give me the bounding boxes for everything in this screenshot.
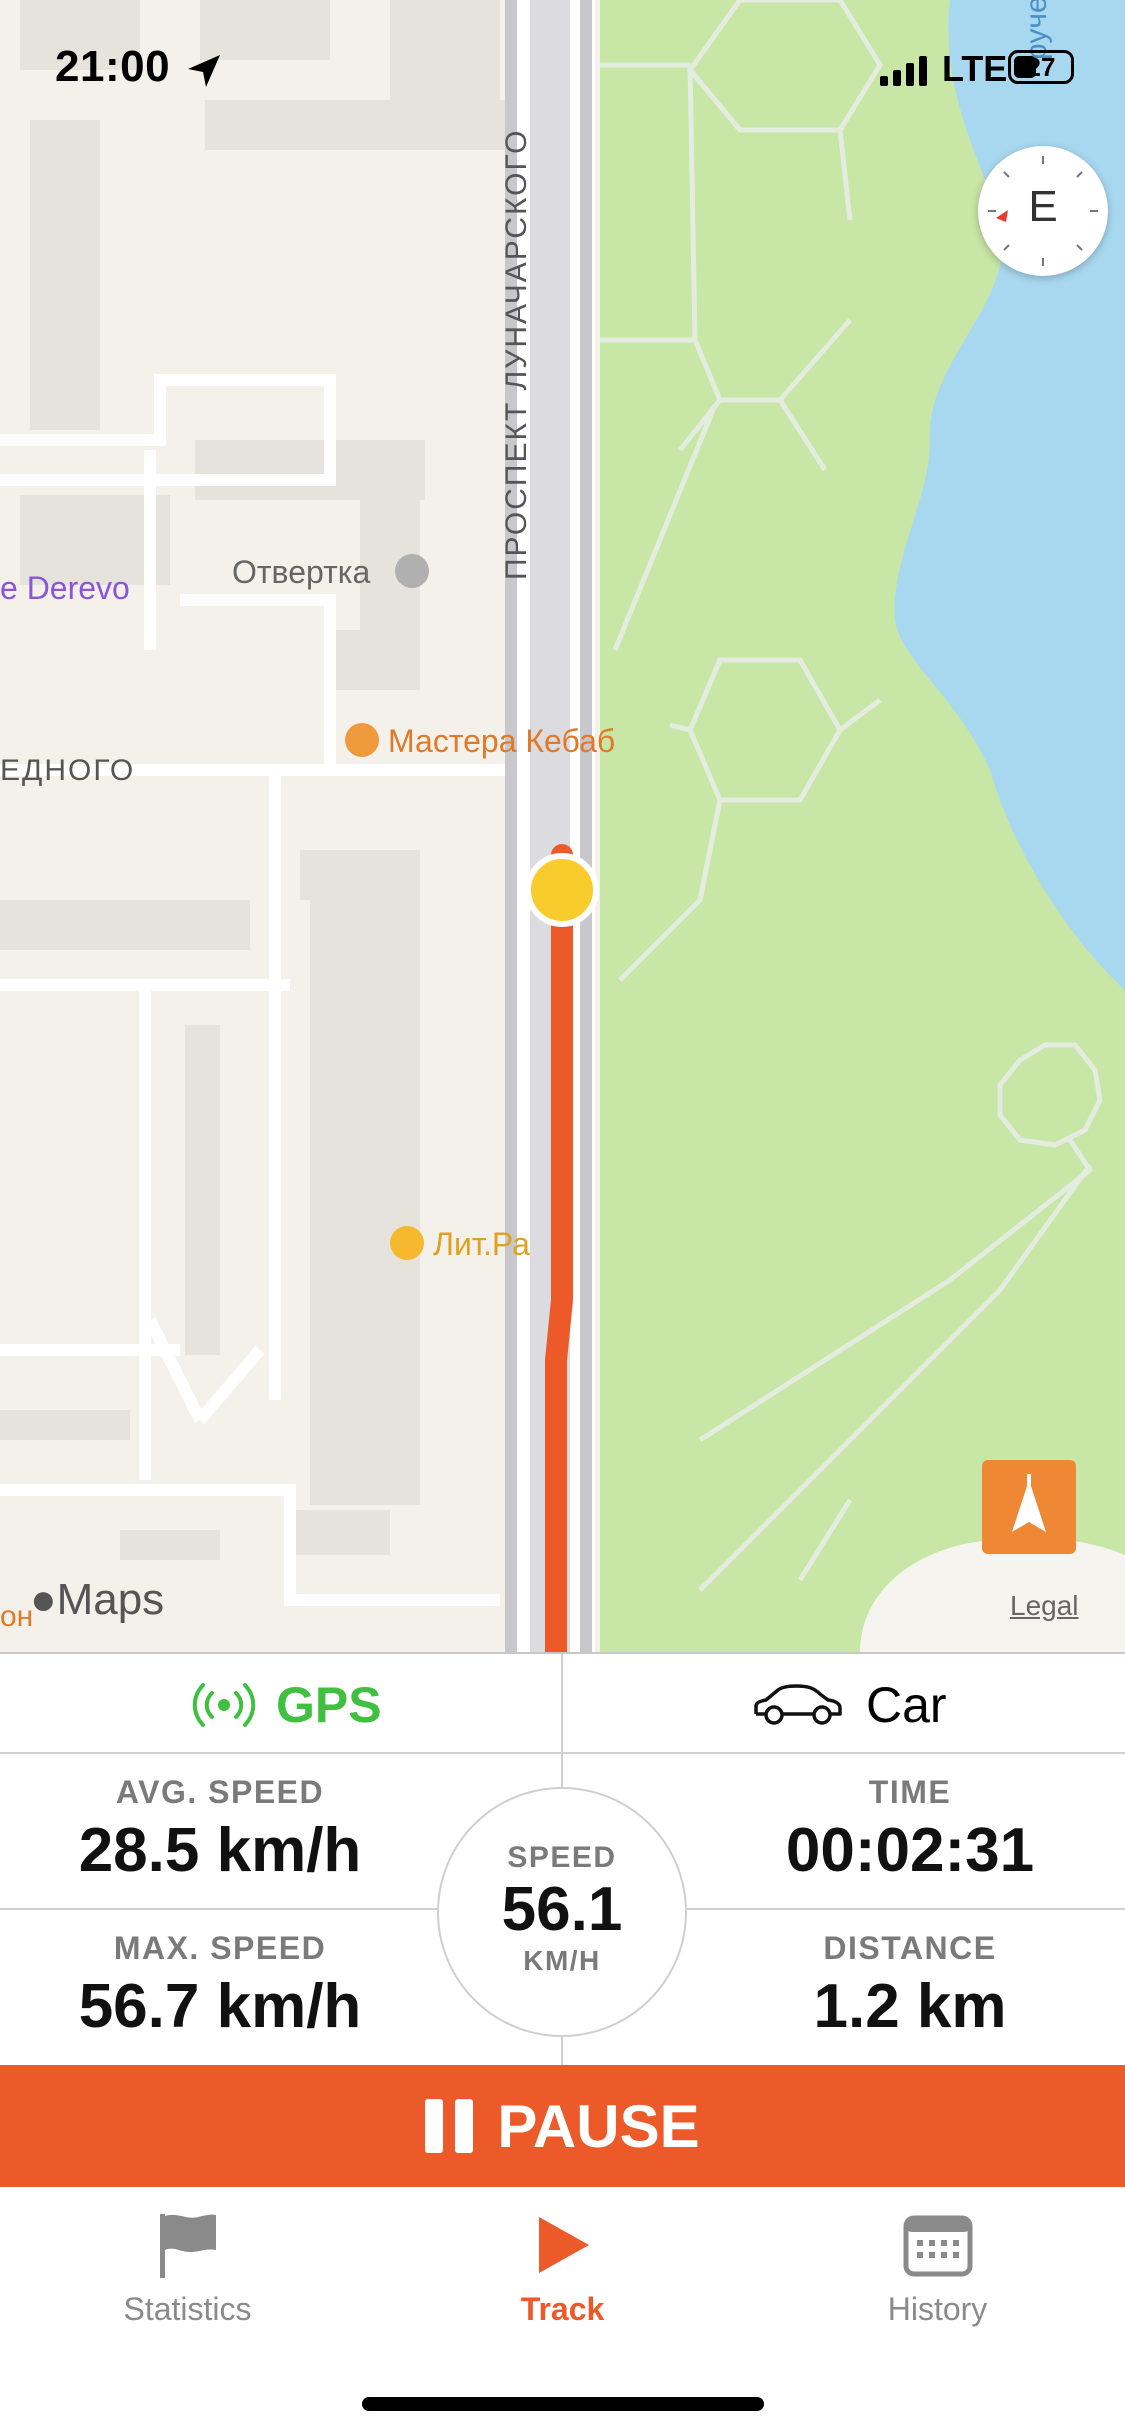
time-label: TIME bbox=[868, 1774, 952, 1810]
gps-status[interactable]: GPS bbox=[190, 1676, 382, 1734]
max-speed-value: 56.7 km/h bbox=[78, 1972, 362, 2041]
distance-label: DISTANCE bbox=[823, 1930, 997, 1966]
car-icon bbox=[754, 1684, 842, 1725]
home-indicator[interactable] bbox=[362, 2397, 764, 2411]
distance-cell: DISTANCE 1.2 km bbox=[690, 1930, 1125, 2042]
distance-value: 1.2 km bbox=[813, 1972, 1007, 2041]
gps-label: GPS bbox=[276, 1677, 382, 1733]
location-arrow-icon bbox=[188, 55, 220, 87]
avg-speed-value: 28.5 km/h bbox=[78, 1816, 362, 1885]
avg-speed-cell: AVG. SPEED 28.5 km/h bbox=[0, 1774, 440, 1886]
compass-heading: E bbox=[1028, 182, 1058, 231]
time-value: 00:02:31 bbox=[785, 1816, 1035, 1885]
pause-button[interactable]: PAUSE bbox=[0, 2065, 1125, 2187]
speed-label: SPEED bbox=[507, 1841, 617, 1874]
poi-derevo-label[interactable]: e Derevo bbox=[0, 570, 130, 607]
vehicle-selector[interactable]: Car bbox=[752, 1676, 947, 1734]
battery-level: 27 bbox=[1026, 52, 1056, 82]
vehicle-label: Car bbox=[866, 1677, 947, 1733]
street-label-main: ПРОСПЕКТ ЛУНАЧАРСКОГО bbox=[500, 128, 533, 580]
street-label-cross: ЕДНОГО bbox=[0, 754, 136, 787]
legal-link[interactable]: Legal bbox=[1010, 1590, 1079, 1622]
stats-panel: GPS Car AVG. SPEED 28.5 km/h TIME 00:02:… bbox=[0, 1652, 1125, 2067]
pause-label: PAUSE bbox=[497, 2092, 700, 2160]
max-speed-cell: MAX. SPEED 56.7 km/h bbox=[0, 1930, 440, 2042]
cellular-signal-icon bbox=[880, 56, 927, 86]
tab-track[interactable]: Track bbox=[375, 2209, 750, 2328]
recenter-navigation-button[interactable] bbox=[982, 1460, 1076, 1554]
speed-unit: KM/H bbox=[523, 1945, 601, 1976]
maps-label: Maps bbox=[56, 1575, 165, 1624]
current-speed-gauge: SPEED 56.1 KM/H bbox=[437, 1787, 687, 2037]
flag-icon bbox=[159, 2214, 216, 2278]
poi-otvertka-label[interactable]: Отвертка bbox=[232, 554, 370, 591]
network-type: LTE bbox=[942, 48, 1008, 89]
gps-signal-icon bbox=[192, 1683, 256, 1727]
pause-icon bbox=[425, 2099, 474, 2153]
play-icon bbox=[538, 2217, 589, 2273]
navigation-arrow-icon bbox=[1012, 1474, 1046, 1532]
mode-row: GPS Car bbox=[0, 1654, 1125, 1754]
poi-edge-label: он bbox=[0, 1600, 34, 1633]
time-cell: TIME 00:02:31 bbox=[690, 1774, 1125, 1886]
calendar-icon bbox=[903, 2215, 972, 2277]
status-bar: 21:00 LTE 27 bbox=[0, 0, 1125, 140]
tab-statistics[interactable]: Statistics bbox=[0, 2209, 375, 2328]
speed-value: 56.1 bbox=[501, 1875, 623, 1944]
avg-speed-label: AVG. SPEED bbox=[115, 1774, 325, 1810]
battery-icon: 27 bbox=[1008, 50, 1074, 84]
tab-history[interactable]: History bbox=[750, 2209, 1125, 2328]
tab-track-label: Track bbox=[520, 2291, 605, 2327]
compass-button[interactable]: E bbox=[978, 146, 1108, 276]
tab-statistics-label: Statistics bbox=[123, 2291, 252, 2327]
poi-kebab-label[interactable]: Мастера Кебаб bbox=[388, 723, 615, 760]
max-speed-label: MAX. SPEED bbox=[113, 1930, 327, 1966]
poi-litra-label[interactable]: Лит.Ра bbox=[433, 1226, 530, 1263]
apple-logo-icon: ● bbox=[30, 1575, 57, 1624]
apple-maps-logo: ●Maps bbox=[30, 1575, 164, 1625]
map-view[interactable]: ПРОСПЕКТ ЛУНАЧАРСКОГО ЕДНОГО e Derevo От… bbox=[0, 0, 1125, 1652]
map-canvas bbox=[0, 0, 1125, 1652]
tab-history-label: History bbox=[887, 2291, 988, 2327]
status-time: 21:00 bbox=[55, 42, 171, 91]
